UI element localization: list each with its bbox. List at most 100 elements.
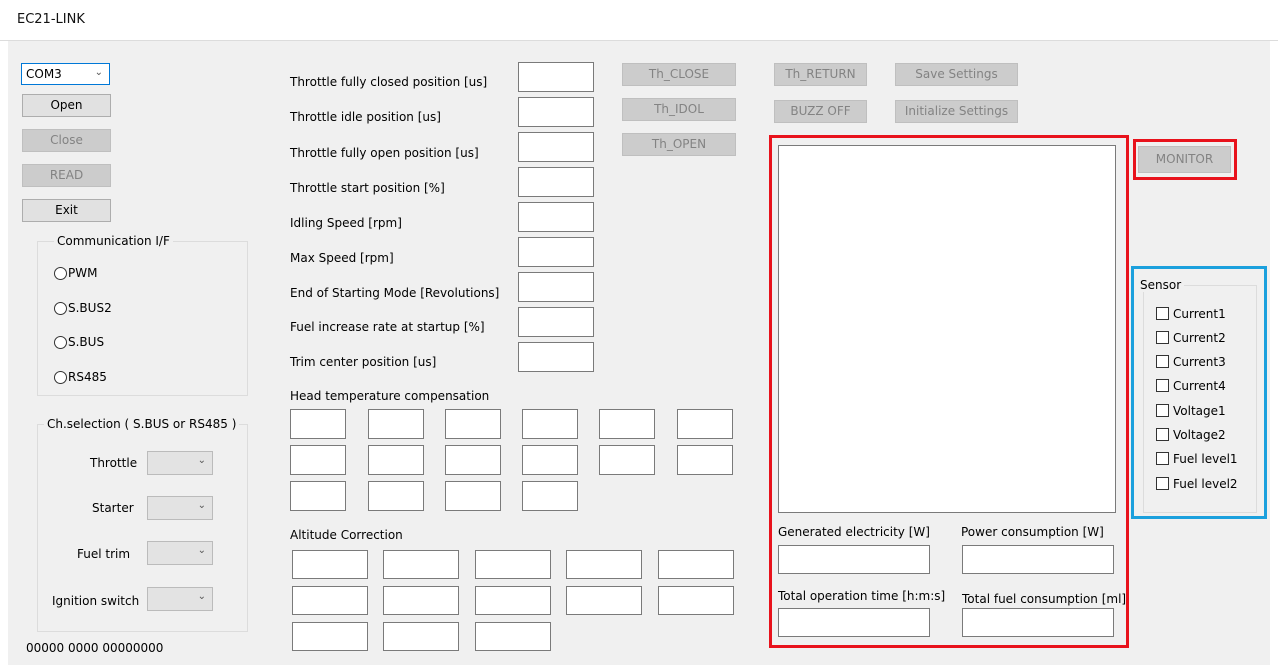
fuel-consumption-label: Total fuel consumption [ml] xyxy=(962,592,1127,606)
sensor-checkbox[interactable] xyxy=(1156,428,1169,441)
param-label: Fuel increase rate at startup [%] xyxy=(290,320,485,334)
th-idol-button[interactable]: Th_IDOL xyxy=(622,98,736,121)
altitude-input[interactable] xyxy=(292,622,368,651)
head-temp-input[interactable] xyxy=(522,445,578,475)
close-button[interactable]: Close xyxy=(22,129,111,152)
head-temp-input[interactable] xyxy=(599,409,655,439)
fuel-trim-channel-select[interactable]: ⌄ xyxy=(147,541,213,565)
exit-button[interactable]: Exit xyxy=(22,199,111,222)
altitude-label: Altitude Correction xyxy=(290,528,403,542)
head-temp-input[interactable] xyxy=(368,409,424,439)
head-temp-input[interactable] xyxy=(522,409,578,439)
buzz-off-button[interactable]: BUZZ OFF xyxy=(774,100,867,123)
throttle-start-input[interactable] xyxy=(518,167,594,197)
head-temp-input[interactable] xyxy=(677,445,733,475)
sensor-checkbox[interactable] xyxy=(1156,452,1169,465)
window-title: EC21-LINK xyxy=(17,12,85,27)
altitude-input[interactable] xyxy=(566,586,642,615)
open-button[interactable]: Open xyxy=(22,94,111,117)
starter-label: Starter xyxy=(92,501,134,515)
head-temp-input[interactable] xyxy=(445,409,501,439)
radio-pwm-label: PWM xyxy=(68,266,98,280)
altitude-input[interactable] xyxy=(566,550,642,579)
chevron-down-icon: ⌄ xyxy=(197,545,206,556)
save-settings-button[interactable]: Save Settings xyxy=(895,63,1018,86)
head-temp-input[interactable] xyxy=(599,445,655,475)
head-temp-input[interactable] xyxy=(445,481,501,511)
max-speed-input[interactable] xyxy=(518,237,594,267)
ignition-switch-label: Ignition switch xyxy=(52,594,140,608)
radio-pwm[interactable] xyxy=(54,267,67,280)
radio-sbus-label: S.BUS xyxy=(68,335,105,349)
th-close-button[interactable]: Th_CLOSE xyxy=(622,63,736,86)
head-temp-input[interactable] xyxy=(368,445,424,475)
sensor-label: Fuel level2 xyxy=(1173,477,1238,491)
altitude-input[interactable] xyxy=(383,550,459,579)
head-temp-input[interactable] xyxy=(290,481,346,511)
head-temp-input[interactable] xyxy=(368,481,424,511)
sensor-label: Current4 xyxy=(1173,379,1226,393)
sensor-label: Voltage2 xyxy=(1173,428,1226,442)
sensor-checkbox[interactable] xyxy=(1156,331,1169,344)
altitude-input[interactable] xyxy=(383,622,459,651)
radio-sbus2-label: S.BUS2 xyxy=(68,301,112,315)
altitude-input[interactable] xyxy=(475,622,551,651)
initialize-settings-button[interactable]: Initialize Settings xyxy=(895,100,1018,123)
operation-time-field[interactable] xyxy=(778,608,930,637)
com-port-select[interactable]: COM3 ⌄ xyxy=(21,63,110,85)
head-temp-input[interactable] xyxy=(445,445,501,475)
sensor-label: Fuel level1 xyxy=(1173,452,1238,466)
param-label: Max Speed [rpm] xyxy=(290,251,394,265)
power-consumption-label: Power consumption [W] xyxy=(961,525,1104,539)
throttle-idle-input[interactable] xyxy=(518,97,594,127)
idling-speed-input[interactable] xyxy=(518,202,594,232)
sensor-checkbox[interactable] xyxy=(1156,477,1169,490)
monitor-button[interactable]: MONITOR xyxy=(1138,146,1231,173)
th-open-button[interactable]: Th_OPEN xyxy=(622,133,736,156)
head-temp-input[interactable] xyxy=(290,409,346,439)
radio-sbus2[interactable] xyxy=(54,302,67,315)
generated-electricity-field[interactable] xyxy=(778,545,930,574)
sensor-checkbox[interactable] xyxy=(1156,404,1169,417)
ignition-channel-select[interactable]: ⌄ xyxy=(147,587,213,611)
sensor-label: Current3 xyxy=(1173,355,1226,369)
altitude-input[interactable] xyxy=(475,550,551,579)
fuel-increase-input[interactable] xyxy=(518,307,594,337)
throttle-channel-select[interactable]: ⌄ xyxy=(147,451,213,475)
read-button[interactable]: READ xyxy=(22,164,111,187)
throttle-closed-input[interactable] xyxy=(518,62,594,92)
altitude-input[interactable] xyxy=(383,586,459,615)
radio-rs485[interactable] xyxy=(54,371,67,384)
altitude-input[interactable] xyxy=(475,586,551,615)
head-temp-input[interactable] xyxy=(677,409,733,439)
sensor-checkbox[interactable] xyxy=(1156,307,1169,320)
status-readout: 00000 0000 00000000 xyxy=(26,641,164,655)
altitude-input[interactable] xyxy=(658,550,734,579)
param-label: Throttle idle position [us] xyxy=(290,110,441,124)
param-label: Trim center position [us] xyxy=(290,355,437,369)
param-label: Throttle fully open position [us] xyxy=(290,146,479,160)
channel-selection-title: Ch.selection ( S.BUS or RS485 ) xyxy=(44,417,240,431)
end-starting-mode-input[interactable] xyxy=(518,272,594,302)
throttle-label: Throttle xyxy=(90,456,138,470)
generated-electricity-label: Generated electricity [W] xyxy=(778,525,930,539)
chevron-down-icon: ⌄ xyxy=(197,591,206,602)
trim-center-input[interactable] xyxy=(518,342,594,372)
th-return-button[interactable]: Th_RETURN xyxy=(774,63,867,86)
altitude-input[interactable] xyxy=(292,586,368,615)
sensor-label: Voltage1 xyxy=(1173,404,1226,418)
sensor-group-title: Sensor xyxy=(1137,278,1185,292)
altitude-input[interactable] xyxy=(292,550,368,579)
altitude-input[interactable] xyxy=(658,586,734,615)
head-temp-input[interactable] xyxy=(522,481,578,511)
title-bar xyxy=(0,0,1278,41)
sensor-label: Current2 xyxy=(1173,331,1226,345)
radio-sbus[interactable] xyxy=(54,336,67,349)
sensor-checkbox[interactable] xyxy=(1156,355,1169,368)
power-consumption-field[interactable] xyxy=(962,545,1114,574)
throttle-open-input[interactable] xyxy=(518,132,594,162)
fuel-consumption-field[interactable] xyxy=(962,608,1114,637)
head-temp-input[interactable] xyxy=(290,445,346,475)
starter-channel-select[interactable]: ⌄ xyxy=(147,496,213,520)
sensor-checkbox[interactable] xyxy=(1156,379,1169,392)
